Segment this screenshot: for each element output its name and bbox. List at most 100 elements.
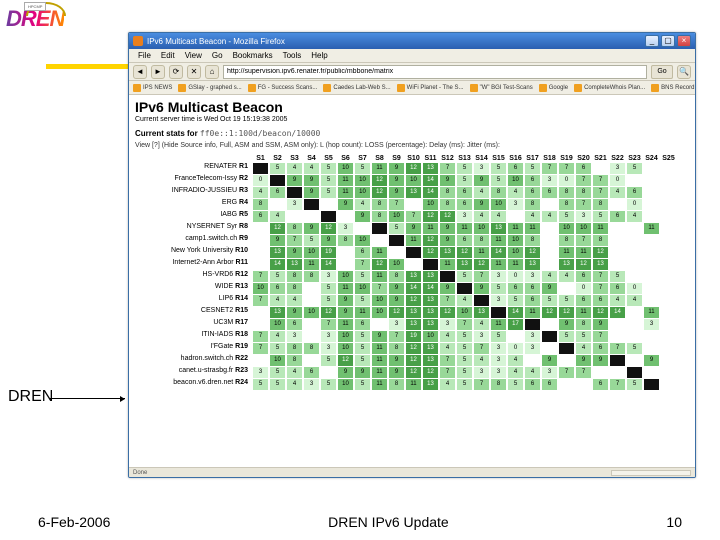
cell: 5 [355, 295, 370, 306]
reload-button[interactable]: ⟳ [169, 65, 183, 79]
bm-2[interactable]: FG - Success Scans... [248, 84, 318, 92]
win-max[interactable]: ▢ [661, 35, 675, 47]
cell: 8 [559, 199, 574, 210]
legend-line: View [?] (Hide Source info, Full, ASM an… [135, 142, 689, 149]
back-button[interactable]: ◄ [133, 65, 147, 79]
cell: 10 [508, 235, 523, 246]
cell: 12 [525, 247, 540, 258]
menu-go[interactable]: Go [207, 51, 228, 60]
cell: 6 [457, 235, 472, 246]
search-icon[interactable]: 🔍 [677, 65, 691, 79]
col-header-S13: S13 [457, 155, 472, 162]
cell: 11 [338, 175, 353, 186]
menu-edit[interactable]: Edit [156, 51, 180, 60]
cell [542, 331, 557, 342]
cell [270, 175, 285, 186]
cell: 4 [440, 379, 455, 390]
cell: 11 [372, 379, 387, 390]
col-header-S7: S7 [355, 155, 370, 162]
cell: 0 [559, 175, 574, 186]
cell: 5 [610, 271, 625, 282]
cell: 4 [287, 367, 302, 378]
cell: 11 [559, 247, 574, 258]
cell [542, 199, 557, 210]
cell: 12 [372, 175, 387, 186]
win-close[interactable]: × [677, 35, 691, 47]
menu-view[interactable]: View [180, 51, 207, 60]
cell: 7 [440, 295, 455, 306]
cell [559, 355, 574, 366]
stats-code: ff0e::1:100d/beacon/10000 [200, 129, 320, 138]
cell: 9 [389, 355, 404, 366]
cell [542, 223, 557, 234]
cell: 5 [304, 235, 319, 246]
menu-bookmarks[interactable]: Bookmarks [228, 51, 278, 60]
cell [661, 331, 676, 342]
home-button[interactable]: ⌂ [205, 65, 219, 79]
cell: 5 [457, 271, 472, 282]
cell: 8 [389, 343, 404, 354]
menu-file[interactable]: File [133, 51, 156, 60]
col-header-S6: S6 [338, 155, 353, 162]
url-input[interactable] [223, 65, 647, 79]
cell: 4 [491, 211, 506, 222]
cell: 0 [627, 283, 642, 294]
cell: 11 [355, 307, 370, 318]
cell: 5 [355, 343, 370, 354]
bm-3[interactable]: Caedes Lab-Web S... [323, 84, 390, 92]
cell: 9 [304, 187, 319, 198]
bm-1[interactable]: GSlay - graphed s... [178, 84, 241, 92]
cell: 11 [644, 223, 659, 234]
menu-tools[interactable]: Tools [278, 51, 307, 60]
cell: 5 [593, 211, 608, 222]
row-label-R5: IABG R5 [135, 211, 251, 222]
cell: 5 [270, 271, 285, 282]
menu-help[interactable]: Help [306, 51, 332, 60]
cell [644, 283, 659, 294]
cell [321, 367, 336, 378]
row-label-R10: New York University R10 [135, 247, 251, 258]
cell: 13 [423, 307, 438, 318]
cell [253, 223, 268, 234]
row-label-R12: HS-VRD6 R12 [135, 271, 251, 282]
go-button[interactable]: Go [651, 65, 673, 79]
cell: 13 [423, 163, 438, 174]
row-label-R13: WIDE R13 [135, 283, 251, 294]
bm-6[interactable]: Google [539, 84, 568, 92]
cell: 13 [406, 271, 421, 282]
win-min[interactable]: _ [645, 35, 659, 47]
cell: 3 [474, 331, 489, 342]
cell [627, 331, 642, 342]
cell: 9 [474, 199, 489, 210]
cell: 8 [287, 283, 302, 294]
cell: 4 [355, 199, 370, 210]
cell: 7 [610, 343, 625, 354]
cell: 5 [457, 367, 472, 378]
cell [610, 247, 625, 258]
bookmark-icon [248, 84, 256, 92]
cell: 12 [372, 187, 387, 198]
fwd-button[interactable]: ► [151, 65, 165, 79]
cell: 11 [423, 223, 438, 234]
cell: 4 [287, 379, 302, 390]
cell: 8 [491, 187, 506, 198]
bm-5[interactable]: "W" BGI Test-Scans [470, 84, 533, 92]
cell: 3 [321, 271, 336, 282]
cell: 8 [491, 379, 506, 390]
cell [644, 199, 659, 210]
cell [406, 247, 421, 258]
window-title: IPv6 Multicast Beacon - Mozilla Firefox [147, 37, 285, 46]
bm-0[interactable]: IPS NEWS [133, 84, 172, 92]
cell: 3 [525, 331, 540, 342]
bm-7[interactable]: CompleteWhois Plan... [574, 84, 645, 92]
cell: 6 [525, 379, 540, 390]
cell: 3 [440, 319, 455, 330]
stop-button[interactable]: ✕ [187, 65, 201, 79]
cell: 7 [440, 367, 455, 378]
cell: 11 [525, 223, 540, 234]
cell [542, 319, 557, 330]
col-header-S1: S1 [253, 155, 268, 162]
bm-4[interactable]: WiFi Planet - The S... [397, 84, 464, 92]
bm-8[interactable]: BNS Record [651, 84, 694, 92]
row-label-R9: camp1.switch.ch R9 [135, 235, 251, 246]
